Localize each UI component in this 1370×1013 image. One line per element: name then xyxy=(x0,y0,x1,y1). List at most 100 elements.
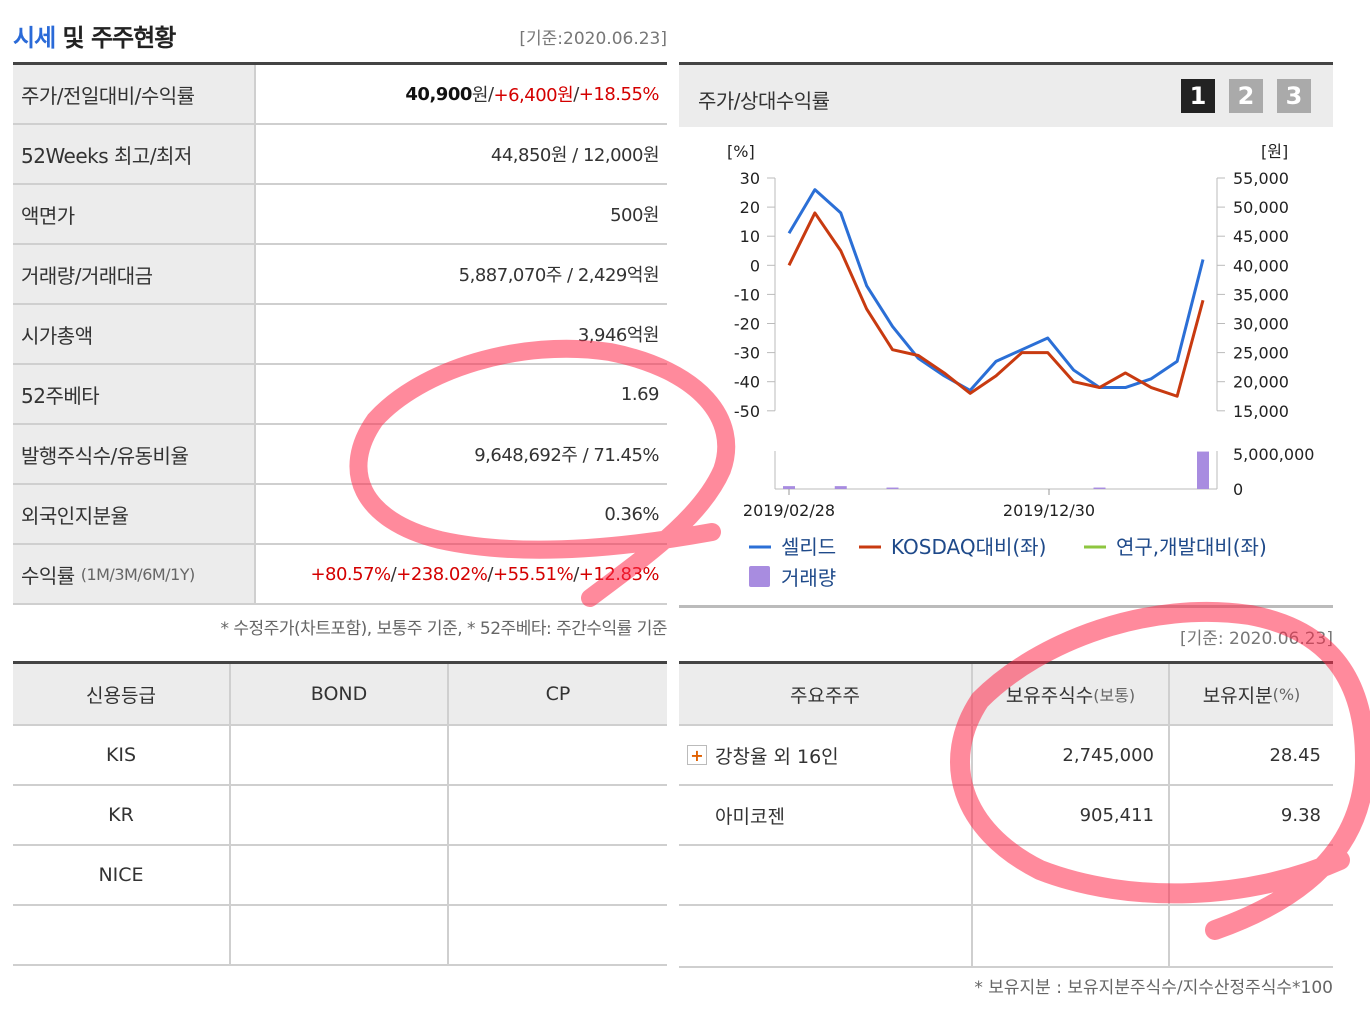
volume-tick-label: 0 xyxy=(1233,480,1243,499)
holder-name-cell: + 강창율 외 16인 xyxy=(679,726,973,784)
table-header-row: 주요주주 보유주식수 (보통) 보유지분 (%) xyxy=(679,664,1333,726)
right-tick-label: 50,000 xyxy=(1233,198,1289,217)
change-rate: +18.55% xyxy=(578,83,660,105)
right-tick-label: 55,000 xyxy=(1233,169,1289,188)
title-text: 및 주주현황 xyxy=(55,24,177,52)
bond-cell xyxy=(231,906,449,964)
pct-cell: 28.45 xyxy=(1269,744,1321,766)
volume-bar xyxy=(1197,451,1209,489)
header-sub: (보통) xyxy=(1093,686,1136,705)
line-chart: [%] [원] 30 20 10 0 -10 -20 -30 -40 -50 55,000 50,000… xyxy=(727,142,1314,590)
legend-label-2: 연구,개발대비(좌) xyxy=(1116,535,1267,559)
left-axis-unit: [%] xyxy=(727,142,755,161)
row-label-sub: (1M/3M/6M/1Y) xyxy=(80,564,196,584)
header-sub: (%) xyxy=(1272,684,1301,704)
table-row: 발행주식수/유동비율 9,648,692주 / 71.45% xyxy=(13,425,667,485)
pct-cell: 9.38 xyxy=(1280,804,1321,826)
row-value: 500원 xyxy=(610,205,659,226)
empty-cell xyxy=(679,906,973,966)
cp-cell xyxy=(449,786,667,844)
header-cell: 신용등급 xyxy=(13,664,231,724)
header-text: 보유지분 xyxy=(1202,684,1273,707)
header-text: 보유주식수 xyxy=(1005,684,1094,707)
left-tick-label: 10 xyxy=(740,227,760,246)
chart-header: 주가/상대수익률 1 2 3 xyxy=(679,65,1333,127)
row-label: 거래량/거래대금 xyxy=(13,245,256,303)
right-axis-unit: [원] xyxy=(1261,142,1288,161)
page-button-1[interactable]: 1 xyxy=(1181,79,1215,113)
right-tick-label: 45,000 xyxy=(1233,227,1289,246)
table-header-row: 신용등급 BOND CP xyxy=(13,664,667,726)
right-tick-label: 20,000 xyxy=(1233,373,1289,392)
bond-cell xyxy=(231,726,449,784)
empty-cell xyxy=(1170,846,1333,904)
page-button-3[interactable]: 3 xyxy=(1277,79,1311,113)
volume-bar xyxy=(834,486,847,489)
expand-plus-icon[interactable]: + xyxy=(687,745,707,765)
table-row: 52주베타 1.69 xyxy=(13,365,667,425)
row-value: 5,887,070주 / 2,429억원 xyxy=(458,265,660,286)
table-row xyxy=(679,846,1333,906)
series-line-0 xyxy=(787,188,1205,392)
basis-date: [기준:2020.06.23] xyxy=(519,29,667,49)
volume-bar xyxy=(1093,487,1106,489)
chart-pager: 1 2 3 xyxy=(1181,79,1311,113)
empty-cell xyxy=(1170,906,1333,966)
header-cell: BOND xyxy=(231,664,449,724)
header-cell: 주요주주 xyxy=(679,664,973,724)
shares-cell: 905,411 xyxy=(973,786,1170,844)
left-tick-label: -10 xyxy=(734,285,760,304)
volume-tick-label: 5,000,000 xyxy=(1233,445,1314,464)
left-tick-label: 30 xyxy=(740,169,760,188)
chart-panel: 주가/상대수익률 1 2 3 [%] [원] 30 20 10 0 -10 -20 -30 -40… xyxy=(679,62,1333,608)
table-row: NICE xyxy=(13,846,667,906)
agency-cell: NICE xyxy=(13,846,231,904)
table-row: 주가/전일대비/수익률 40,900 원 / +6,400원 / +18.55% xyxy=(13,65,667,125)
legend-label-0: 셀리드 xyxy=(781,535,836,559)
table-row: 액면가 500원 xyxy=(13,185,667,245)
row-label: 52주베타 xyxy=(13,365,256,423)
x-tick-label: 2019/02/28 xyxy=(743,501,835,520)
table-row: 외국인지분율 0.36% xyxy=(13,485,667,545)
return-1m: +80.57% xyxy=(310,563,391,585)
holder-name-cell: 아미코젠 xyxy=(679,786,973,844)
price-note: * 수정주가(차트포함), 보통주 기준, * 52주베타: 주간수익률 기준 xyxy=(220,619,668,639)
left-tick-label: 0 xyxy=(750,256,760,275)
price-change: +6,400원 xyxy=(493,85,574,106)
agency-cell: KIS xyxy=(13,726,231,784)
right-tick-label: 30,000 xyxy=(1233,315,1289,334)
title-highlight: 시세 xyxy=(13,24,56,52)
page-title: 시세 및 주주현황 xyxy=(13,18,177,53)
return-1y: +12.83% xyxy=(578,563,660,585)
x-tick-label: 2019/12/30 xyxy=(1003,501,1095,520)
table-row: 52Weeks 최고/최저 44,850원 / 12,000원 xyxy=(13,125,667,185)
holders-note: * 보유지분 : 보유지분주식수/지수산정주식수*100 xyxy=(974,978,1333,998)
bond-cell xyxy=(231,846,449,904)
chart-title: 주가/상대수익률 xyxy=(698,89,830,113)
price-table: 주가/전일대비/수익률 40,900 원 / +6,400원 / +18.55% … xyxy=(13,62,667,605)
header-cell: CP xyxy=(545,683,571,705)
left-tick-label: -40 xyxy=(734,373,760,392)
left-tick-label: -50 xyxy=(734,402,760,421)
right-tick-label: 35,000 xyxy=(1233,285,1289,304)
price-unit: 원 xyxy=(471,85,489,106)
bond-cell xyxy=(231,786,449,844)
row-label: 시가총액 xyxy=(13,305,256,363)
row-label-text: 수익률 xyxy=(21,563,75,588)
legend-swatch-volume xyxy=(749,566,770,587)
section-header: 시세 및 주주현황 [기준:2020.06.23] xyxy=(13,14,667,54)
return-3m: +238.02% xyxy=(396,563,488,585)
left-tick-label: -30 xyxy=(734,344,760,363)
legend-label-volume: 거래량 xyxy=(781,566,836,590)
cp-cell xyxy=(449,846,667,904)
row-value: +80.57% / +238.02% / +55.51% / +12.83% xyxy=(256,545,667,603)
current-price: 40,900 xyxy=(405,83,472,105)
left-tick-label: -20 xyxy=(734,315,760,334)
volume-bar xyxy=(886,487,899,489)
empty-cell xyxy=(973,846,1170,904)
page-button-2[interactable]: 2 xyxy=(1229,79,1263,113)
shares-cell: 2,745,000 xyxy=(973,726,1170,784)
header-cell: 보유지분 (%) xyxy=(1170,664,1333,724)
row-value: 40,900 원 / +6,400원 / +18.55% xyxy=(256,65,667,123)
cp-cell xyxy=(449,906,667,964)
